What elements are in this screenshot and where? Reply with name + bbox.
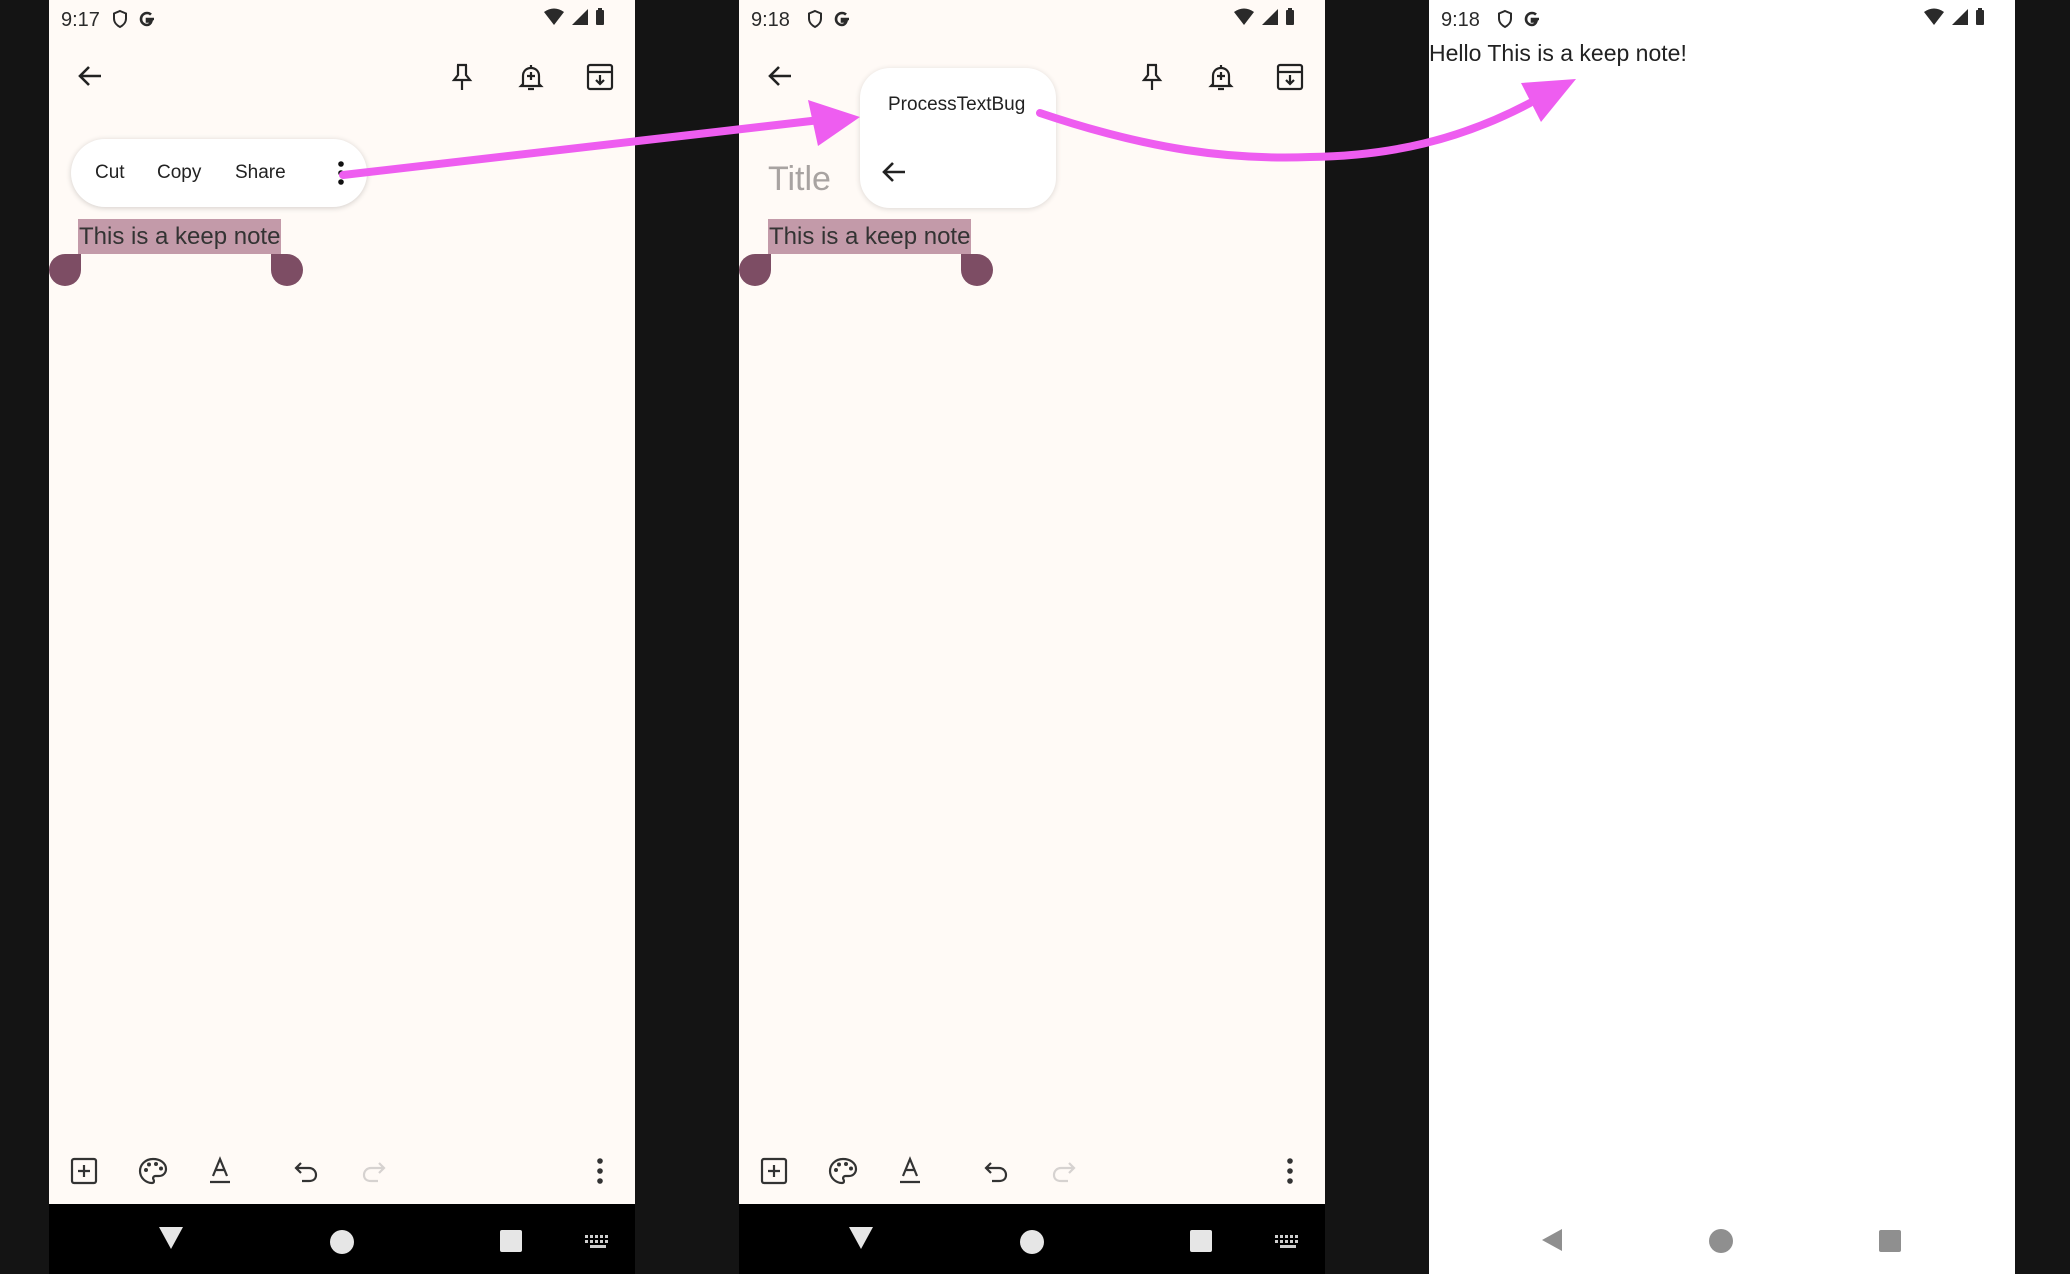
signal-icon — [1952, 9, 1968, 25]
status-icons — [805, 8, 853, 30]
status-icons — [110, 8, 158, 30]
wifi-icon — [1234, 8, 1254, 25]
keyboard-icon[interactable] — [585, 1235, 611, 1249]
status-time: 9:18 — [751, 9, 790, 31]
battery-icon — [1286, 8, 1294, 25]
add-box-icon[interactable] — [69, 1156, 99, 1186]
nav-home-icon[interactable] — [329, 1229, 355, 1255]
text-selection-menu: Cut Copy Share — [71, 139, 367, 207]
wifi-icon — [1924, 8, 1944, 25]
more-vert-icon[interactable] — [1285, 1156, 1295, 1186]
system-nav-bar — [1429, 1204, 2015, 1274]
redo-icon — [359, 1156, 389, 1186]
palette-icon[interactable] — [137, 1156, 169, 1186]
phone-screen-3: 9:18 Hello This is a keep note! — [1429, 0, 2015, 1274]
google-g-icon — [1524, 11, 1539, 27]
system-nav-bar — [49, 1204, 635, 1274]
note-body-selected-text[interactable]: This is a keep note — [768, 219, 972, 254]
google-g-icon — [139, 11, 154, 27]
pin-icon[interactable] — [1138, 62, 1166, 92]
phone-screen-2: 9:18 Title ProcessTextBug This is a keep… — [739, 0, 1325, 1274]
copy-menu-item[interactable]: Copy — [157, 162, 201, 184]
reminder-bell-icon[interactable] — [1206, 62, 1236, 92]
nav-back-icon[interactable] — [1541, 1228, 1563, 1252]
text-format-icon[interactable] — [896, 1156, 924, 1186]
status-right-icons — [1233, 8, 1295, 26]
process-text-overflow-menu: ProcessTextBug — [860, 68, 1056, 208]
nav-recents-icon[interactable] — [1190, 1230, 1212, 1252]
google-g-icon — [834, 11, 849, 27]
cut-menu-item[interactable]: Cut — [95, 162, 125, 184]
wifi-icon — [544, 8, 564, 25]
nav-back-icon[interactable] — [848, 1226, 874, 1250]
back-arrow-icon[interactable] — [880, 158, 908, 186]
phone-screen-1: 9:17 Cut Copy Share This is a keep note — [49, 0, 635, 1274]
status-time: 9:18 — [1441, 9, 1480, 31]
status-bar: 9:17 — [49, 0, 635, 40]
shield-icon — [1498, 9, 1512, 29]
nav-recents-icon[interactable] — [500, 1230, 522, 1252]
back-arrow-icon[interactable] — [76, 62, 104, 90]
back-arrow-icon[interactable] — [766, 62, 794, 90]
more-vert-icon[interactable] — [336, 159, 346, 187]
status-bar: 9:18 — [1429, 0, 2015, 40]
selection-handle-end[interactable] — [961, 254, 993, 286]
redo-icon — [1049, 1156, 1079, 1186]
processed-result-text: Hello This is a keep note! — [1429, 40, 1687, 66]
signal-icon — [572, 9, 588, 25]
text-format-icon[interactable] — [206, 1156, 234, 1186]
archive-icon[interactable] — [585, 62, 615, 92]
share-menu-item[interactable]: Share — [235, 162, 286, 184]
system-nav-bar — [739, 1204, 1325, 1274]
add-box-icon[interactable] — [759, 1156, 789, 1186]
battery-icon — [1976, 8, 1984, 25]
note-title-placeholder[interactable]: Title — [768, 160, 831, 199]
note-body-selected-text[interactable]: This is a keep note — [78, 219, 282, 254]
nav-home-icon[interactable] — [1708, 1228, 1734, 1254]
status-icons — [1495, 8, 1543, 30]
pin-icon[interactable] — [448, 62, 476, 92]
keyboard-icon[interactable] — [1275, 1235, 1301, 1249]
undo-icon[interactable] — [291, 1156, 321, 1186]
selection-handle-start[interactable] — [739, 254, 771, 286]
palette-icon[interactable] — [827, 1156, 859, 1186]
process-text-bug-menu-item[interactable]: ProcessTextBug — [888, 94, 1025, 116]
status-right-icons — [1923, 8, 1985, 26]
battery-icon — [596, 8, 604, 25]
status-bar: 9:18 — [739, 0, 1325, 40]
shield-icon — [113, 9, 127, 29]
selection-handle-start[interactable] — [49, 254, 81, 286]
status-right-icons — [543, 8, 605, 26]
archive-icon[interactable] — [1275, 62, 1305, 92]
undo-icon[interactable] — [981, 1156, 1011, 1186]
more-vert-icon[interactable] — [595, 1156, 605, 1186]
nav-home-icon[interactable] — [1019, 1229, 1045, 1255]
nav-back-icon[interactable] — [158, 1226, 184, 1250]
selection-handle-end[interactable] — [271, 254, 303, 286]
shield-icon — [808, 9, 822, 29]
signal-icon — [1262, 9, 1278, 25]
nav-recents-icon[interactable] — [1879, 1230, 1901, 1252]
status-time: 9:17 — [61, 9, 100, 31]
reminder-bell-icon[interactable] — [516, 62, 546, 92]
